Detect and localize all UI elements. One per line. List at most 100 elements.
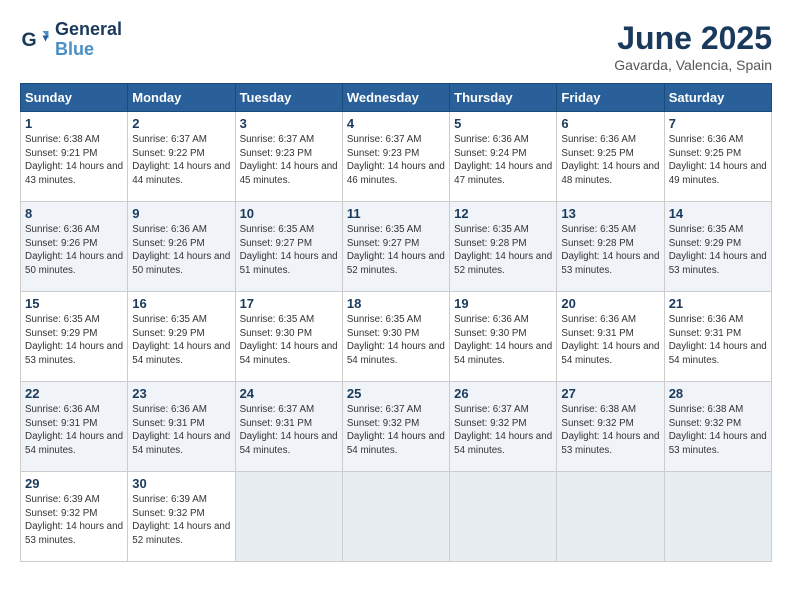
calendar-cell: 22 Sunrise: 6:36 AMSunset: 9:31 PMDayligh… [21,382,128,472]
calendar-week-row: 1 Sunrise: 6:38 AMSunset: 9:21 PMDaylight… [21,112,772,202]
calendar-cell: 30 Sunrise: 6:39 AMSunset: 9:32 PMDayligh… [128,472,235,562]
calendar-week-row: 29 Sunrise: 6:39 AMSunset: 9:32 PMDayligh… [21,472,772,562]
calendar-cell: 8 Sunrise: 6:36 AMSunset: 9:26 PMDaylight… [21,202,128,292]
calendar-cell: 14 Sunrise: 6:35 AMSunset: 9:29 PMDayligh… [664,202,771,292]
day-number: 4 [347,116,445,131]
day-info: Sunrise: 6:36 AMSunset: 9:31 PMDaylight:… [132,403,230,458]
day-info: Sunrise: 6:37 AMSunset: 9:23 PMDaylight:… [240,133,338,188]
calendar-cell: 24 Sunrise: 6:37 AMSunset: 9:31 PMDayligh… [235,382,342,472]
day-number: 13 [561,206,659,221]
day-info: Sunrise: 6:35 AMSunset: 9:28 PMDaylight:… [561,223,659,278]
calendar-table: SundayMondayTuesdayWednesdayThursdayFrid… [20,83,772,562]
day-info: Sunrise: 6:37 AMSunset: 9:32 PMDaylight:… [454,403,552,458]
calendar-cell: 28 Sunrise: 6:38 AMSunset: 9:32 PMDayligh… [664,382,771,472]
calendar-header-row: SundayMondayTuesdayWednesdayThursdayFrid… [21,84,772,112]
day-info: Sunrise: 6:36 AMSunset: 9:25 PMDaylight:… [561,133,659,188]
day-number: 16 [132,296,230,311]
calendar-cell [557,472,664,562]
day-number: 25 [347,386,445,401]
day-number: 19 [454,296,552,311]
title-block: June 2025 Gavarda, Valencia, Spain [614,20,772,73]
weekday-header-sunday: Sunday [21,84,128,112]
calendar-cell: 21 Sunrise: 6:36 AMSunset: 9:31 PMDayligh… [664,292,771,382]
calendar-cell: 23 Sunrise: 6:36 AMSunset: 9:31 PMDayligh… [128,382,235,472]
calendar-cell: 16 Sunrise: 6:35 AMSunset: 9:29 PMDayligh… [128,292,235,382]
day-info: Sunrise: 6:36 AMSunset: 9:31 PMDaylight:… [25,403,123,458]
calendar-cell: 15 Sunrise: 6:35 AMSunset: 9:29 PMDayligh… [21,292,128,382]
day-info: Sunrise: 6:35 AMSunset: 9:29 PMDaylight:… [669,223,767,278]
logo: G General Blue [20,20,122,60]
calendar-week-row: 8 Sunrise: 6:36 AMSunset: 9:26 PMDaylight… [21,202,772,292]
month-title: June 2025 [614,20,772,57]
day-info: Sunrise: 6:36 AMSunset: 9:25 PMDaylight:… [669,133,767,188]
calendar-cell: 5Sunrise: 6:36 AMSunset: 9:24 PMDaylight… [450,112,557,202]
logo-line1: General [55,20,122,40]
day-number: 10 [240,206,338,221]
day-number: 17 [240,296,338,311]
calendar-cell: 17 Sunrise: 6:35 AMSunset: 9:30 PMDayligh… [235,292,342,382]
day-number: 7 [669,116,767,131]
calendar-cell: 20 Sunrise: 6:36 AMSunset: 9:31 PMDayligh… [557,292,664,382]
day-number: 11 [347,206,445,221]
calendar-cell: 18 Sunrise: 6:35 AMSunset: 9:30 PMDayligh… [342,292,449,382]
day-number: 21 [669,296,767,311]
day-info: Sunrise: 6:35 AMSunset: 9:30 PMDaylight:… [240,313,338,368]
day-info: Sunrise: 6:35 AMSunset: 9:27 PMDaylight:… [347,223,445,278]
day-number: 1 [25,116,123,131]
calendar-cell: 19 Sunrise: 6:36 AMSunset: 9:30 PMDayligh… [450,292,557,382]
calendar-cell [450,472,557,562]
calendar-week-row: 22 Sunrise: 6:36 AMSunset: 9:31 PMDayligh… [21,382,772,472]
weekday-header-thursday: Thursday [450,84,557,112]
day-info: Sunrise: 6:36 AMSunset: 9:24 PMDaylight:… [454,133,552,188]
day-info: Sunrise: 6:38 AMSunset: 9:32 PMDaylight:… [669,403,767,458]
day-info: Sunrise: 6:36 AMSunset: 9:26 PMDaylight:… [132,223,230,278]
calendar-cell: 13 Sunrise: 6:35 AMSunset: 9:28 PMDayligh… [557,202,664,292]
day-number: 30 [132,476,230,491]
calendar-cell [235,472,342,562]
calendar-cell: 6 Sunrise: 6:36 AMSunset: 9:25 PMDaylight… [557,112,664,202]
day-number: 29 [25,476,123,491]
calendar-cell: 10Sunrise: 6:35 AMSunset: 9:27 PMDayligh… [235,202,342,292]
day-info: Sunrise: 6:38 AMSunset: 9:21 PMDaylight:… [25,133,123,188]
day-number: 3 [240,116,338,131]
day-info: Sunrise: 6:37 AMSunset: 9:22 PMDaylight:… [132,133,230,188]
day-number: 23 [132,386,230,401]
day-number: 15 [25,296,123,311]
day-info: Sunrise: 6:37 AMSunset: 9:32 PMDaylight:… [347,403,445,458]
day-number: 22 [25,386,123,401]
day-info: Sunrise: 6:35 AMSunset: 9:30 PMDaylight:… [347,313,445,368]
weekday-header-saturday: Saturday [664,84,771,112]
day-number: 18 [347,296,445,311]
calendar-cell: 29 Sunrise: 6:39 AMSunset: 9:32 PMDayligh… [21,472,128,562]
calendar-cell: 1 Sunrise: 6:38 AMSunset: 9:21 PMDaylight… [21,112,128,202]
day-number: 6 [561,116,659,131]
day-number: 14 [669,206,767,221]
calendar-cell: 3 Sunrise: 6:37 AMSunset: 9:23 PMDaylight… [235,112,342,202]
calendar-cell: 11 Sunrise: 6:35 AMSunset: 9:27 PMDayligh… [342,202,449,292]
day-info: Sunrise: 6:36 AMSunset: 9:31 PMDaylight:… [561,313,659,368]
day-info: Sunrise: 6:36 AMSunset: 9:26 PMDaylight:… [25,223,123,278]
day-info: Sunrise: 6:35 AMSunset: 9:28 PMDaylight:… [454,223,552,278]
calendar-cell: 12Sunrise: 6:35 AMSunset: 9:28 PMDayligh… [450,202,557,292]
calendar-cell [342,472,449,562]
logo-text: General Blue [55,20,122,60]
weekday-header-friday: Friday [557,84,664,112]
day-number: 27 [561,386,659,401]
day-info: Sunrise: 6:36 AMSunset: 9:31 PMDaylight:… [669,313,767,368]
day-info: Sunrise: 6:39 AMSunset: 9:32 PMDaylight:… [132,493,230,548]
day-number: 28 [669,386,767,401]
day-info: Sunrise: 6:37 AMSunset: 9:31 PMDaylight:… [240,403,338,458]
day-number: 8 [25,206,123,221]
day-number: 20 [561,296,659,311]
day-number: 26 [454,386,552,401]
day-number: 2 [132,116,230,131]
day-number: 24 [240,386,338,401]
location: Gavarda, Valencia, Spain [614,57,772,73]
day-info: Sunrise: 6:35 AMSunset: 9:29 PMDaylight:… [25,313,123,368]
weekday-header-wednesday: Wednesday [342,84,449,112]
day-info: Sunrise: 6:36 AMSunset: 9:30 PMDaylight:… [454,313,552,368]
day-info: Sunrise: 6:35 AMSunset: 9:29 PMDaylight:… [132,313,230,368]
day-info: Sunrise: 6:39 AMSunset: 9:32 PMDaylight:… [25,493,123,548]
weekday-header-monday: Monday [128,84,235,112]
day-number: 9 [132,206,230,221]
